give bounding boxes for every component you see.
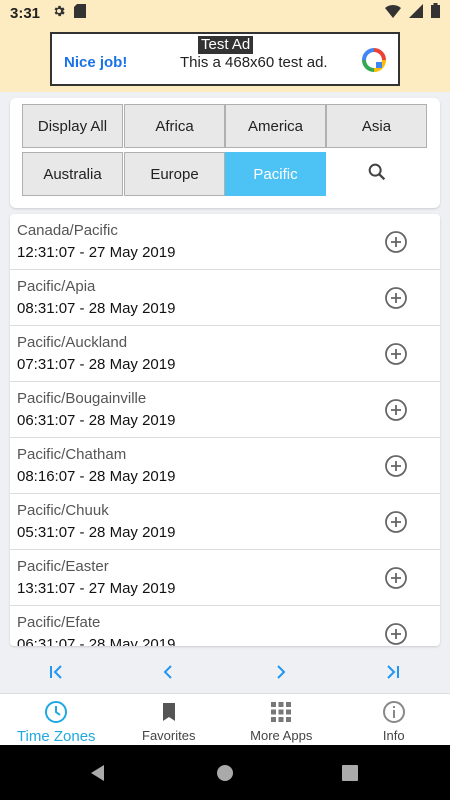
ad-text: This a 468x60 test ad. [180,54,328,71]
status-time: 3:31 [10,4,41,22]
timezone-time: 06:31:07 - 28 May 2019 [17,412,176,429]
nav-label: Info [382,728,405,743]
add-favorite-icon[interactable] [384,510,408,534]
timezone-name: Pacific/Bougainville [17,390,147,407]
timezone-name: Pacific/Auckland [17,334,128,351]
timezone-row[interactable]: Pacific/Chuuk 05:31:07 - 28 May 2019 [10,494,440,550]
add-favorite-icon[interactable] [384,398,408,422]
timezone-time: 07:31:07 - 28 May 2019 [17,356,176,373]
sd-card-icon [74,3,87,23]
timezone-row[interactable]: Pacific/Efate 06:31:07 - 28 May 2019 [10,606,440,646]
timezone-name: Pacific/Chuuk [17,502,109,519]
timezone-row[interactable]: Pacific/Chatham 08:16:07 - 28 May 2019 [10,438,440,494]
timezone-name: Pacific/Efate [17,614,101,631]
recents-icon[interactable] [340,763,360,783]
timezone-row[interactable]: Canada/Pacific 12:31:07 - 27 May 2019 [10,214,440,270]
add-favorite-icon[interactable] [384,454,408,478]
add-favorite-icon[interactable] [384,566,408,590]
nav-info[interactable]: Info [338,694,450,746]
pager [0,652,450,690]
timezone-time: 13:31:07 - 27 May 2019 [17,580,176,597]
bookmark-icon [157,700,181,724]
gear-icon [52,4,66,23]
ad-label: Test Ad [198,36,254,54]
timezone-name: Pacific/Apia [17,278,96,295]
add-favorite-icon[interactable] [384,286,408,310]
timezone-time: 08:16:07 - 28 May 2019 [17,468,176,485]
filter-europe-button[interactable]: Europe [124,152,225,196]
timezone-row[interactable]: Pacific/Easter 13:31:07 - 27 May 2019 [10,550,440,606]
ad-logo-icon [362,48,386,77]
add-favorite-icon[interactable] [384,622,408,646]
timezone-list[interactable]: Canada/Pacific 12:31:07 - 27 May 2019 Pa… [10,214,440,646]
nav-favorites[interactable]: Favorites [113,694,226,746]
nav-label: Time Zones [16,728,96,745]
filter-africa-button[interactable]: Africa [124,104,225,148]
filter-australia-button[interactable]: Australia [22,152,123,196]
timezone-name: Canada/Pacific [17,222,118,239]
ad-banner[interactable]: Test Ad Nice job! This a 468x60 test ad. [50,32,400,86]
back-icon[interactable] [88,763,108,783]
filter-america-button[interactable]: America [225,104,326,148]
battery-icon [431,3,440,23]
timezone-time: 06:31:07 - 28 May 2019 [17,636,176,646]
nav-more-apps[interactable]: More Apps [225,694,338,746]
filter-asia-button[interactable]: Asia [326,104,427,148]
search-button[interactable] [326,152,427,196]
region-filter-card: Display All Africa America Asia Australi… [10,98,440,208]
timezone-row[interactable]: Pacific/Bougainville 06:31:07 - 28 May 2… [10,382,440,438]
last-page-icon[interactable] [381,660,405,684]
timezone-name: Pacific/Chatham [17,446,127,463]
timezone-time: 05:31:07 - 28 May 2019 [17,524,176,541]
apps-grid-icon [269,700,293,724]
info-icon [382,700,406,724]
status-right-icons [385,3,440,23]
ad-area: Test Ad Nice job! This a 468x60 test ad. [0,26,450,92]
next-page-icon[interactable] [269,660,293,684]
nav-label: More Apps [250,728,313,743]
first-page-icon[interactable] [44,660,68,684]
timezone-time: 12:31:07 - 27 May 2019 [17,244,176,261]
home-icon[interactable] [215,763,235,783]
add-favorite-icon[interactable] [384,342,408,366]
search-icon [366,161,388,188]
clock-icon [44,700,68,724]
add-favorite-icon[interactable] [384,230,408,254]
filter-pacific-button[interactable]: Pacific [225,152,326,196]
timezone-name: Pacific/Easter [17,558,109,575]
bottom-navigation: Time Zones Favorites More Apps Info [0,693,450,745]
previous-page-icon[interactable] [156,660,180,684]
nav-label: Favorites [142,728,196,743]
timezone-row[interactable]: Pacific/Apia 08:31:07 - 28 May 2019 [10,270,440,326]
filter-display-all-button[interactable]: Display All [22,104,123,148]
signal-icon [409,3,423,23]
timezone-time: 08:31:07 - 28 May 2019 [17,300,176,317]
nav-time-zones[interactable]: Time Zones [0,694,113,746]
status-left-icons [52,3,87,23]
status-bar: 3:31 [0,0,450,26]
system-navigation-bar [0,745,450,800]
timezone-row[interactable]: Pacific/Auckland 07:31:07 - 28 May 2019 [10,326,440,382]
ad-headline: Nice job! [64,54,128,71]
wifi-icon [385,4,401,23]
